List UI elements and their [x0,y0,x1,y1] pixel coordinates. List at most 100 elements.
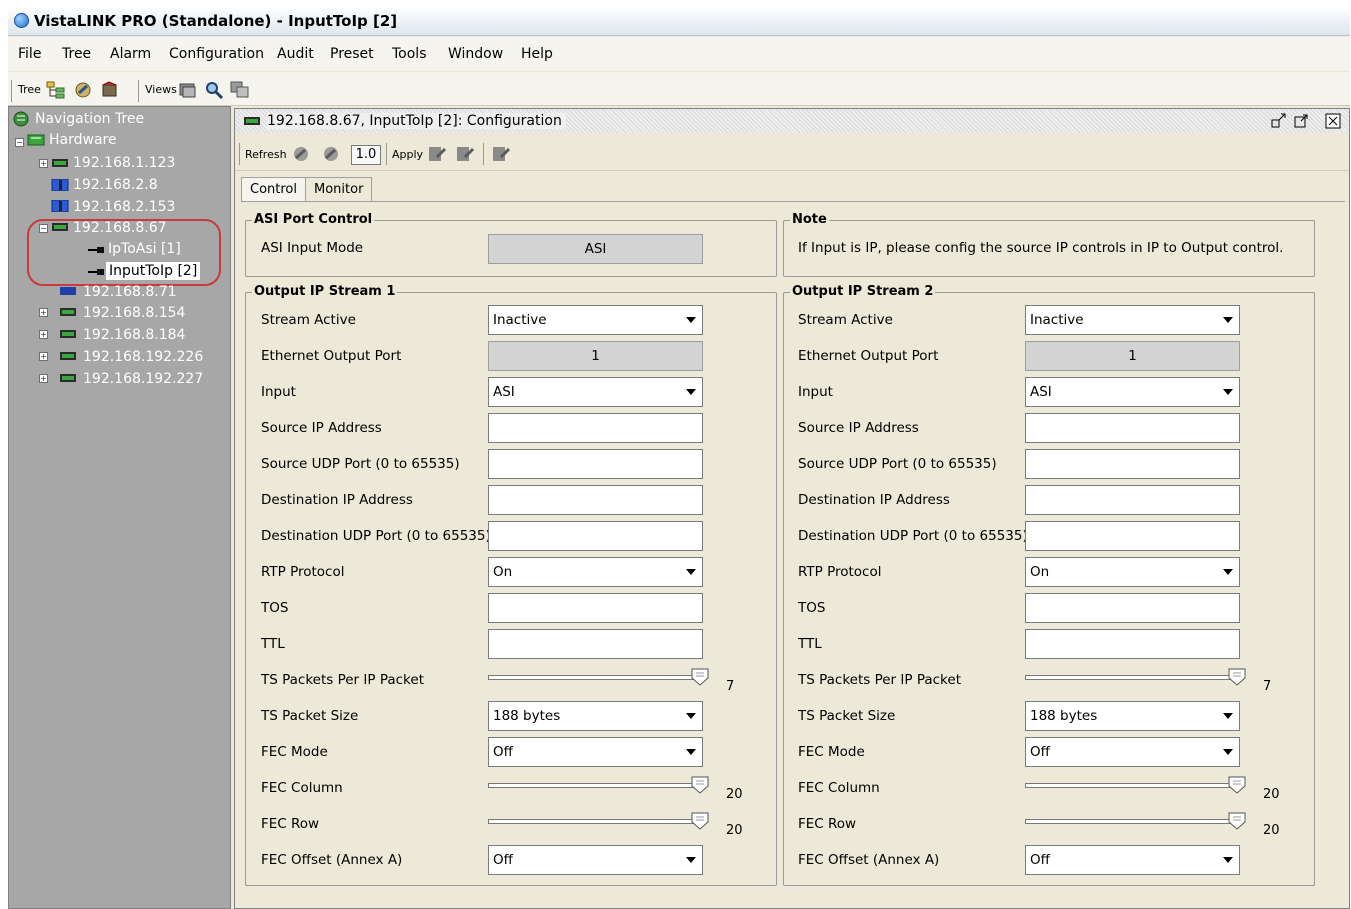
fec-row-value: 20 [1263,823,1280,838]
slider-thumb-icon[interactable] [1228,776,1246,794]
asi-input-mode-label: ASI Input Mode [261,240,364,256]
menu-tools[interactable]: Tools [392,46,427,62]
maximize-icon[interactable] [1293,113,1309,129]
menu-configuration[interactable]: Configuration [169,46,264,62]
tree-node-device[interactable]: 192.168.8.71 [83,284,177,300]
ttl-label: TTL [798,636,822,652]
input-label: Input [798,384,833,400]
apply-all-icon[interactable] [455,145,475,163]
destination-udp-label: Destination UDP Port (0 to 65535) [798,528,1028,544]
fec-offset-select[interactable]: Off [488,845,703,875]
refresh-button[interactable]: Refresh [245,148,287,161]
close-icon[interactable] [1325,113,1341,129]
ttl-input[interactable] [1025,629,1240,659]
remove-device-icon[interactable] [100,81,120,99]
apply-icon[interactable] [427,145,447,163]
ts-packet-size-select[interactable]: 188 bytes [1025,701,1240,731]
source-udp-input[interactable] [1025,449,1240,479]
menu-window[interactable]: Window [448,46,503,62]
device-card-icon [60,287,76,295]
menu-help[interactable]: Help [521,46,553,62]
fec-column-slider[interactable] [1025,776,1246,798]
destination-udp-input[interactable] [1025,521,1240,551]
apply-button[interactable]: Apply [392,148,423,161]
refresh-icon[interactable] [291,145,311,163]
fec-row-slider[interactable] [488,812,709,834]
collapse-icon[interactable]: − [15,138,24,147]
menu-alarm[interactable]: Alarm [110,46,151,62]
version-field[interactable]: 1.0 [351,145,381,165]
menu-preset[interactable]: Preset [330,46,374,62]
tree-node-device[interactable]: 192.168.192.227 [83,371,203,387]
source-ip-input[interactable] [488,413,703,443]
apply-selected-icon[interactable] [491,145,511,163]
tree-view-icon[interactable] [46,81,66,99]
stream2-title: Output IP Stream 2 [790,284,936,299]
tree-node-device[interactable]: 192.168.192.226 [83,349,203,365]
tos-input[interactable] [488,593,703,623]
duplicate-view-icon[interactable] [230,81,250,99]
menu-audit[interactable]: Audit [277,46,314,62]
chevron-down-icon [1223,857,1233,863]
fec-column-slider[interactable] [488,776,709,798]
input-select[interactable]: ASI [1025,377,1240,407]
destination-udp-input[interactable] [488,521,703,551]
rtp-protocol-select[interactable]: On [488,557,703,587]
tos-input[interactable] [1025,593,1240,623]
stream-active-select[interactable]: Inactive [488,305,703,335]
menu-tree[interactable]: Tree [62,46,91,62]
view-panel-icon[interactable] [178,81,198,99]
expand-icon[interactable]: + [39,352,48,361]
tree-node-device[interactable]: 192.168.8.154 [83,305,185,321]
ttl-label: TTL [261,636,285,652]
stream-active-select[interactable]: Inactive [1025,305,1240,335]
navigation-tree: Navigation Tree − Hardware + 192.168.1.1… [8,106,231,909]
search-view-icon[interactable] [204,81,224,99]
destination-ip-input[interactable] [488,485,703,515]
source-udp-input[interactable] [488,449,703,479]
destination-ip-input[interactable] [1025,485,1240,515]
tree-node-device[interactable]: 192.168.1.123 [73,155,175,171]
device-card-icon [52,159,68,167]
tree-node-device[interactable]: 192.168.2.8 [73,177,158,193]
ts-packets-per-ip-slider[interactable] [488,668,709,690]
source-ip-label: Source IP Address [798,420,919,436]
fec-row-slider[interactable] [1025,812,1246,834]
expand-icon[interactable]: + [39,330,48,339]
refresh-all-icon[interactable] [321,145,341,163]
tab-divider [241,201,1345,202]
expand-icon[interactable]: + [39,374,48,383]
expand-icon[interactable]: + [39,159,48,168]
ts-packet-size-select[interactable]: 188 bytes [488,701,703,731]
expand-icon[interactable]: + [39,308,48,317]
device-card-icon [60,308,76,316]
ts-packet-size-value: 188 bytes [1030,708,1098,724]
fec-row-label: FEC Row [798,816,857,832]
input-value: ASI [1030,384,1052,400]
rtp-protocol-select[interactable]: On [1025,557,1240,587]
tree-node-device[interactable]: 192.168.2.153 [73,199,175,215]
tree-node-hardware[interactable]: Hardware [49,132,117,148]
ttl-input[interactable] [488,629,703,659]
ts-packets-per-ip-slider[interactable] [1025,668,1246,690]
slider-thumb-icon[interactable] [1228,812,1246,830]
fec-offset-select[interactable]: Off [1025,845,1240,875]
slider-thumb-icon[interactable] [691,776,709,794]
input-select[interactable]: ASI [488,377,703,407]
slider-thumb-icon[interactable] [691,668,709,686]
slider-thumb-icon[interactable] [691,812,709,830]
fec-mode-label: FEC Mode [261,744,328,760]
menu-file[interactable]: File [18,46,41,62]
source-ip-input[interactable] [1025,413,1240,443]
ethernet-output-port-label: Ethernet Output Port [261,348,402,364]
undock-icon[interactable] [1271,113,1287,129]
slider-thumb-icon[interactable] [1228,668,1246,686]
chevron-down-icon [686,713,696,719]
navigation-tree-root[interactable]: Navigation Tree [35,111,144,127]
fec-mode-select[interactable]: Off [1025,737,1240,767]
tab-monitor[interactable]: Monitor [305,177,373,201]
tree-node-device[interactable]: 192.168.8.184 [83,327,185,343]
add-device-icon[interactable] [74,81,94,99]
tab-control[interactable]: Control [241,177,306,201]
fec-mode-select[interactable]: Off [488,737,703,767]
